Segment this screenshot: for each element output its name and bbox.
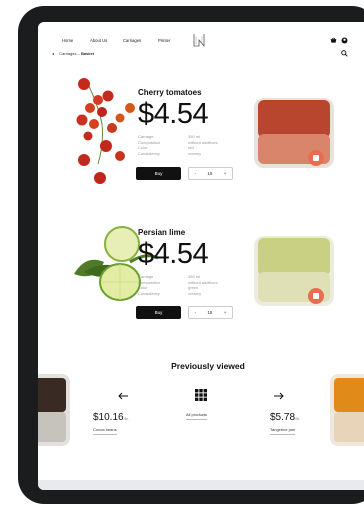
product-price: $4.54: [138, 98, 209, 130]
price-unit: /lb.: [295, 416, 301, 421]
product-specs: Carriage 350 ml Composition without additi…: [138, 274, 218, 296]
tangerine-jam-container-image[interactable]: [326, 372, 364, 448]
viewed-item-price: $10.16/lb.: [93, 412, 129, 423]
breadcrumb-parent[interactable]: Carriages: [59, 51, 76, 56]
buy-button[interactable]: Buy: [136, 167, 181, 180]
qty-minus-button[interactable]: -: [195, 310, 197, 315]
qty-plus-button[interactable]: +: [224, 310, 227, 315]
grid-icon[interactable]: [195, 389, 207, 401]
qty-plus-button[interactable]: +: [224, 171, 227, 176]
arrow-left-icon[interactable]: [118, 392, 128, 400]
price-value: $5.78: [270, 412, 296, 423]
price-unit: /lb.: [123, 416, 129, 421]
quantity-stepper[interactable]: - 15 +: [188, 167, 233, 180]
qty-minus-button[interactable]: -: [195, 171, 197, 176]
cocoa-container-image[interactable]: [38, 372, 72, 448]
all-products-link[interactable]: All products: [186, 412, 207, 420]
nav-link-carriages[interactable]: Carriages: [123, 38, 141, 43]
nav-link-about-us[interactable]: About Us: [90, 38, 107, 43]
product-name: Persian lime: [138, 228, 186, 237]
lime-sauce-container-image: [254, 236, 334, 306]
bottom-bar: [38, 480, 364, 490]
search-icon[interactable]: [341, 50, 348, 57]
breadcrumb: ◂ Carriages – Basket: [52, 51, 94, 56]
nav-link-home[interactable]: Home: [62, 38, 73, 43]
brand-logo-icon[interactable]: [193, 33, 205, 47]
cherry-tomatoes-image: [76, 78, 135, 184]
qty-value: 15: [207, 171, 213, 176]
product-price: $4.54: [138, 238, 209, 270]
price-value: $10.16: [93, 412, 124, 423]
spec-value: creamy: [188, 150, 202, 156]
spec-key: Consistency: [138, 290, 160, 296]
viewed-item-label[interactable]: Cocoa beans: [93, 427, 117, 435]
screen: Home About Us Carriages Printer ◂ Carria…: [38, 22, 364, 490]
spec-value: creamy: [188, 290, 202, 296]
nav-link-printer[interactable]: Printer: [158, 38, 170, 43]
viewed-item-price: $5.78/lb.: [270, 412, 300, 423]
back-arrow-icon[interactable]: ◂: [52, 51, 54, 56]
product-name: Cherry tomatoes: [138, 88, 202, 97]
quantity-stepper[interactable]: - 15 +: [188, 306, 233, 319]
viewed-item-label[interactable]: Tangerine jam: [270, 427, 296, 435]
spec-key: Consistency: [138, 150, 160, 156]
user-icon[interactable]: [341, 37, 348, 44]
qty-value: 15: [207, 310, 213, 315]
arrow-right-icon[interactable]: [274, 392, 284, 400]
buy-button[interactable]: Buy: [136, 306, 181, 319]
breadcrumb-current: Basket: [80, 51, 95, 56]
cart-icon[interactable]: [330, 37, 337, 44]
previously-viewed-title: Previously viewed: [171, 361, 245, 371]
tomato-sauce-container-image: [254, 98, 334, 168]
product-specs: Carriage 350 ml Composition without additi…: [138, 134, 218, 156]
